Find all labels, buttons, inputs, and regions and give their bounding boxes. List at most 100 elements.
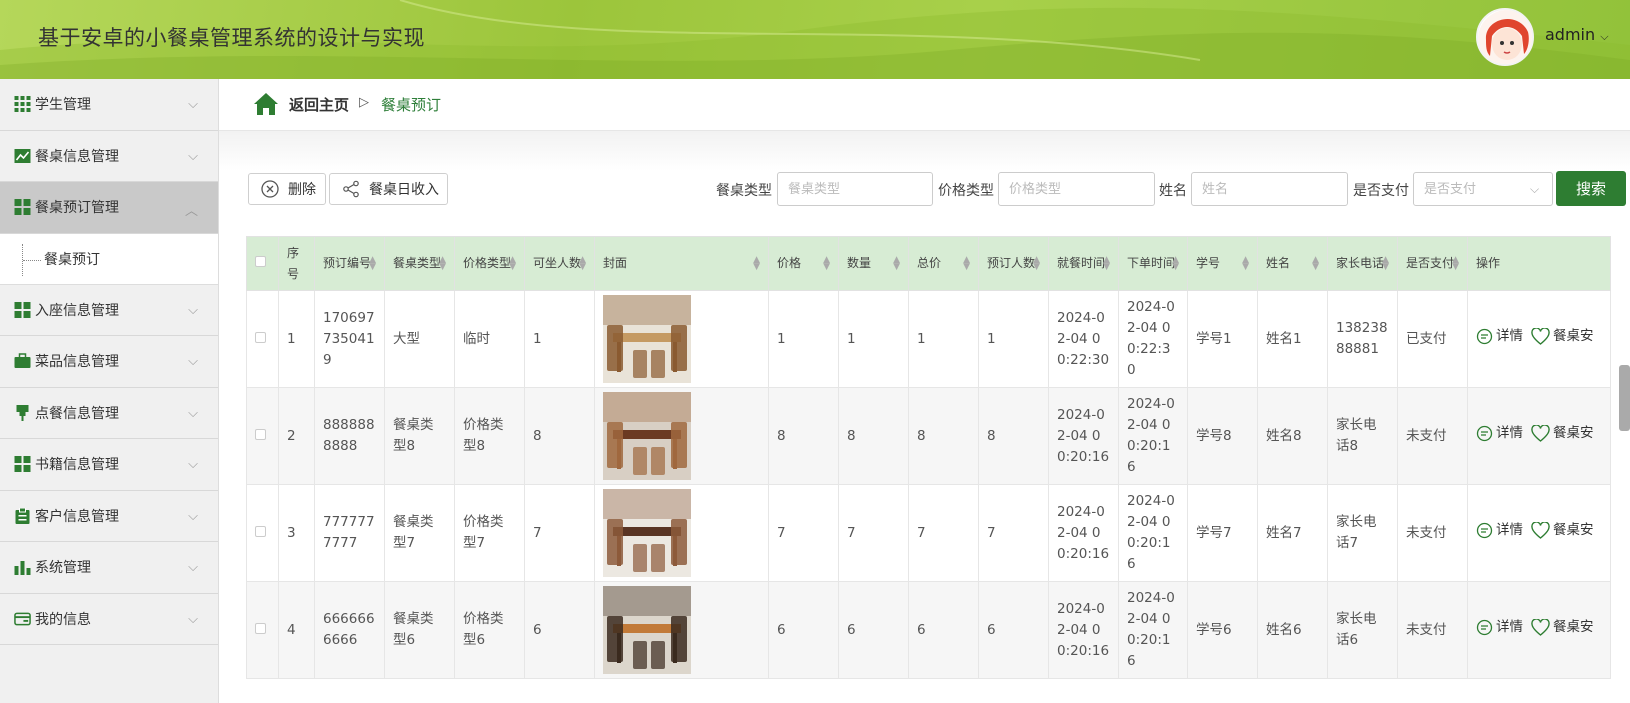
cell-name: 姓名7 — [1257, 484, 1328, 582]
sort-icon[interactable]: ▲ ▼ — [893, 256, 900, 272]
table-row[interactable]: 1 1706977350419 大型 临时 1 1 1 1 1 2024-02-04 00:22:… — [246, 290, 1611, 388]
sidebar-item-ordering[interactable]: 点餐信息管理 ⌵ — [0, 388, 218, 439]
sort-icon[interactable]: ▲ ▼ — [1312, 256, 1319, 272]
app-title: 基于安卓的小餐桌管理系统的设计与实现 — [38, 26, 425, 50]
cell-order-time: 2024-02-04 00:20:16 — [1118, 387, 1188, 485]
search-button[interactable]: 搜索 — [1556, 171, 1626, 206]
sidebar-item-reservation[interactable]: 餐桌预订管理 ︿ — [0, 182, 218, 234]
sidebar-item-students[interactable]: 学生管理 ⌵ — [0, 79, 218, 131]
sort-icon[interactable]: ▲ ▼ — [369, 256, 376, 272]
detail-button[interactable]: 详情 — [1476, 520, 1523, 541]
cell-dine-time: 2024-02-04 00:20:16 — [1048, 484, 1119, 582]
cell-code: 1706977350419 — [314, 290, 385, 388]
col-header[interactable]: 预订人数 ▲ ▼ — [978, 236, 1049, 291]
arrange-button[interactable]: 餐桌安 — [1531, 520, 1594, 541]
col-header[interactable]: 下单时间 ▲ ▼ — [1118, 236, 1188, 291]
sidebar-item-label: 书籍信息管理 — [35, 457, 119, 474]
arrange-button[interactable]: 餐桌安 — [1531, 326, 1594, 347]
col-header[interactable]: 价格 ▲ ▼ — [768, 236, 839, 291]
cell-name: 姓名6 — [1257, 581, 1328, 679]
row-checkbox[interactable] — [255, 622, 266, 634]
detail-button[interactable]: 详情 — [1476, 423, 1523, 444]
user-menu[interactable]: admin ⌵ — [1545, 25, 1609, 44]
sort-icon[interactable]: ▲ ▼ — [823, 256, 830, 272]
table-row[interactable]: 2 8888888888 餐桌类型8 价格类型8 8 8 8 8 8 2024-02-04 00:… — [246, 387, 1611, 485]
sidebar-item-customers[interactable]: 客户信息管理 ⌵ — [0, 491, 218, 542]
sidebar-item-system[interactable]: 系统管理 ⌵ — [0, 542, 218, 594]
row-checkbox[interactable] — [255, 525, 266, 537]
table-type-input[interactable] — [777, 172, 933, 206]
col-header[interactable]: 餐桌类型 ▲ ▼ — [384, 236, 455, 291]
chevron-down-icon: ⌵ — [188, 302, 198, 318]
user-avatar[interactable] — [1476, 8, 1534, 66]
sidebar-item-books[interactable]: 书籍信息管理 ⌵ — [0, 439, 218, 491]
sort-icon[interactable]: ▲ ▼ — [439, 256, 446, 272]
col-header-label: 就餐时间 — [1057, 256, 1106, 270]
detail-button[interactable]: 详情 — [1476, 617, 1523, 638]
col-header-label: 总价 — [917, 256, 942, 270]
row-checkbox[interactable] — [255, 428, 266, 440]
row-select-cell — [246, 484, 279, 582]
row-select-cell — [246, 581, 279, 679]
sort-icon[interactable]: ▲ ▼ — [1033, 256, 1040, 272]
table-row[interactable]: 4 6666666666 餐桌类型6 价格类型6 6 6 6 6 6 2024-02-04 00:… — [246, 581, 1611, 679]
sort-icon[interactable]: ▲ ▼ — [963, 256, 970, 272]
col-header[interactable]: 总价 ▲ ▼ — [908, 236, 979, 291]
breadcrumb-home[interactable]: 返回主页 — [289, 94, 349, 115]
daily-income-button[interactable]: 餐桌日收入 — [329, 173, 448, 205]
col-header[interactable]: 家长电话 ▲ ▼ — [1327, 236, 1398, 291]
detail-button[interactable]: 详情 — [1476, 326, 1523, 347]
clipboard-icon — [15, 507, 30, 524]
sidebar-item-my-info[interactable]: 我的信息 ⌵ — [0, 594, 218, 645]
select-all-checkbox[interactable] — [255, 256, 266, 267]
table-row[interactable]: 3 7777777777 餐桌类型7 价格类型7 7 7 7 7 7 2024-02-04 00:… — [246, 484, 1611, 582]
col-header[interactable]: 价格类型 ▲ ▼ — [454, 236, 525, 291]
sort-icon[interactable]: ▲ ▼ — [509, 256, 516, 272]
sort-icon[interactable]: ▲ ▼ — [1103, 256, 1110, 272]
col-header[interactable]: 就餐时间 ▲ ▼ — [1048, 236, 1119, 291]
cell-seats: 7 — [524, 484, 595, 582]
sort-icon[interactable]: ▲ ▼ — [1382, 256, 1389, 272]
col-header[interactable]: 可坐人数 ▲ ▼ — [524, 236, 595, 291]
actions-cell: 详情 餐桌安 — [1467, 290, 1611, 388]
sidebar-item-dishes[interactable]: 菜品信息管理 ⌵ — [0, 336, 218, 388]
share-icon — [343, 180, 359, 198]
cell-paid: 未支付 — [1397, 581, 1468, 679]
scrollbar-thumb[interactable] — [1619, 365, 1630, 431]
submenu-item-reservation[interactable]: 餐桌预订 — [0, 233, 218, 285]
pin-icon — [16, 404, 29, 421]
col-header[interactable]: 是否支付 ▲ ▼ — [1397, 236, 1468, 291]
cell-people: 8 — [978, 387, 1049, 485]
cell-sid: 学号7 — [1187, 484, 1258, 582]
cover-image[interactable] — [603, 295, 691, 383]
col-header[interactable]: 数量 ▲ ▼ — [838, 236, 909, 291]
sort-icon[interactable]: ▲ ▼ — [1172, 256, 1179, 272]
col-header[interactable]: 封面 ▲ ▼ — [594, 236, 769, 291]
sidebar-item-table-info[interactable]: 餐桌信息管理 ⌵ — [0, 131, 218, 182]
sort-icon[interactable]: ▲ ▼ — [579, 256, 586, 272]
cover-image[interactable] — [603, 392, 691, 480]
sort-icon[interactable]: ▲ ▼ — [1452, 256, 1459, 272]
home-icon[interactable] — [253, 92, 279, 116]
col-header-label: 预订编号 — [323, 256, 372, 270]
cell-type: 餐桌类型8 — [384, 387, 455, 485]
col-header-label: 预订人数 — [987, 256, 1036, 270]
chevron-down-icon: ⌵ — [1600, 30, 1609, 43]
cell-total: 8 — [908, 387, 979, 485]
col-header[interactable]: 姓名 ▲ ▼ — [1257, 236, 1328, 291]
col-header[interactable]: 预订编号 ▲ ▼ — [314, 236, 385, 291]
col-header[interactable]: 学号 ▲ ▼ — [1187, 236, 1258, 291]
sort-icon[interactable]: ▲ ▼ — [1242, 256, 1249, 272]
name-input[interactable] — [1191, 172, 1348, 206]
arrange-button[interactable]: 餐桌安 — [1531, 617, 1594, 638]
sidebar-item-seating[interactable]: 入座信息管理 ⌵ — [0, 285, 218, 336]
username: admin — [1545, 25, 1596, 44]
delete-button[interactable]: 删除 — [248, 173, 326, 205]
price-type-input[interactable] — [998, 172, 1155, 206]
sort-icon[interactable]: ▲ ▼ — [753, 256, 760, 272]
cover-image[interactable] — [603, 489, 691, 577]
cell-price-type: 价格类型6 — [454, 581, 525, 679]
cover-image[interactable] — [603, 586, 691, 674]
arrange-button[interactable]: 餐桌安 — [1531, 423, 1594, 444]
row-checkbox[interactable] — [255, 331, 266, 343]
